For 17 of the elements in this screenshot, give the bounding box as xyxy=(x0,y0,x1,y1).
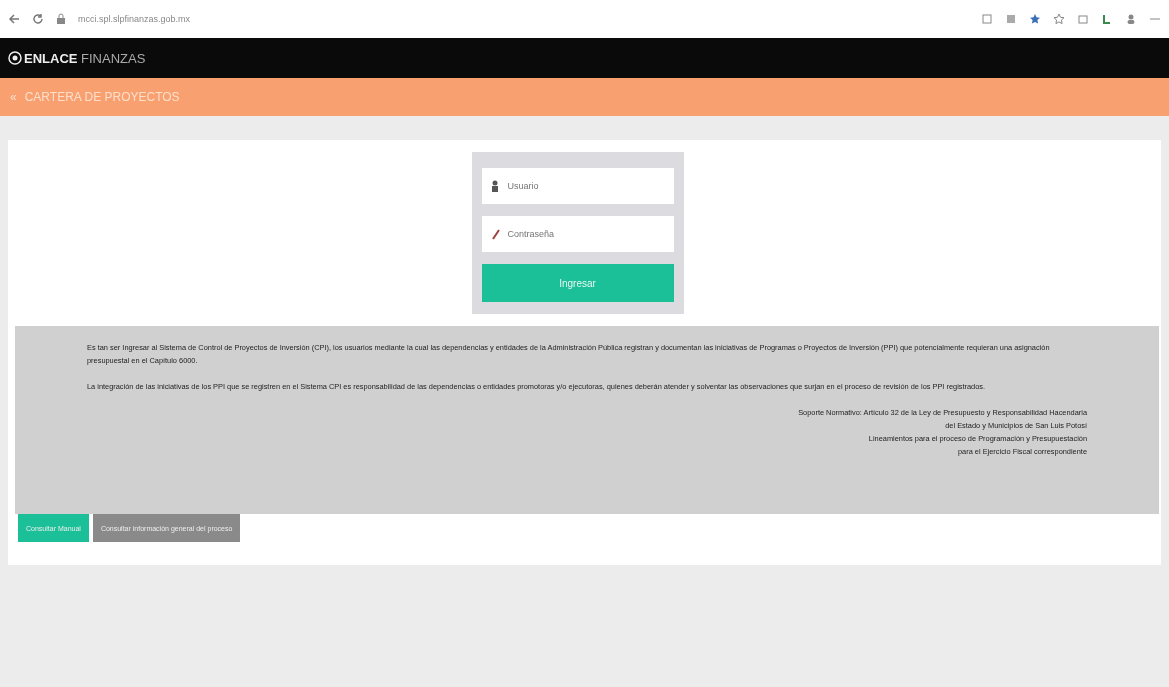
password-field[interactable]: Contraseña xyxy=(481,216,674,252)
section-title: CARTERA DE PROYECTOS xyxy=(24,90,180,104)
collections-icon[interactable] xyxy=(1077,13,1089,25)
brand-name[interactable]: ENLACE FINANZAS xyxy=(24,50,146,66)
favorites-icon[interactable] xyxy=(1053,13,1065,25)
back-arrow-icon[interactable] xyxy=(8,13,20,25)
login-button[interactable]: Ingresar xyxy=(481,264,674,302)
logo-icon xyxy=(8,51,22,65)
username-field[interactable]: Usuario xyxy=(481,168,674,204)
user-icon xyxy=(490,180,499,192)
chevron-icon[interactable]: « xyxy=(10,90,17,104)
star-icon[interactable] xyxy=(1029,13,1041,25)
lock-icon xyxy=(56,13,66,25)
tab-icon[interactable] xyxy=(981,13,993,25)
reload-icon[interactable] xyxy=(32,13,44,25)
profile-icon[interactable] xyxy=(1125,13,1137,25)
address-bar[interactable]: mcci.spl.slpfinanzas.gob.mx xyxy=(78,14,191,24)
